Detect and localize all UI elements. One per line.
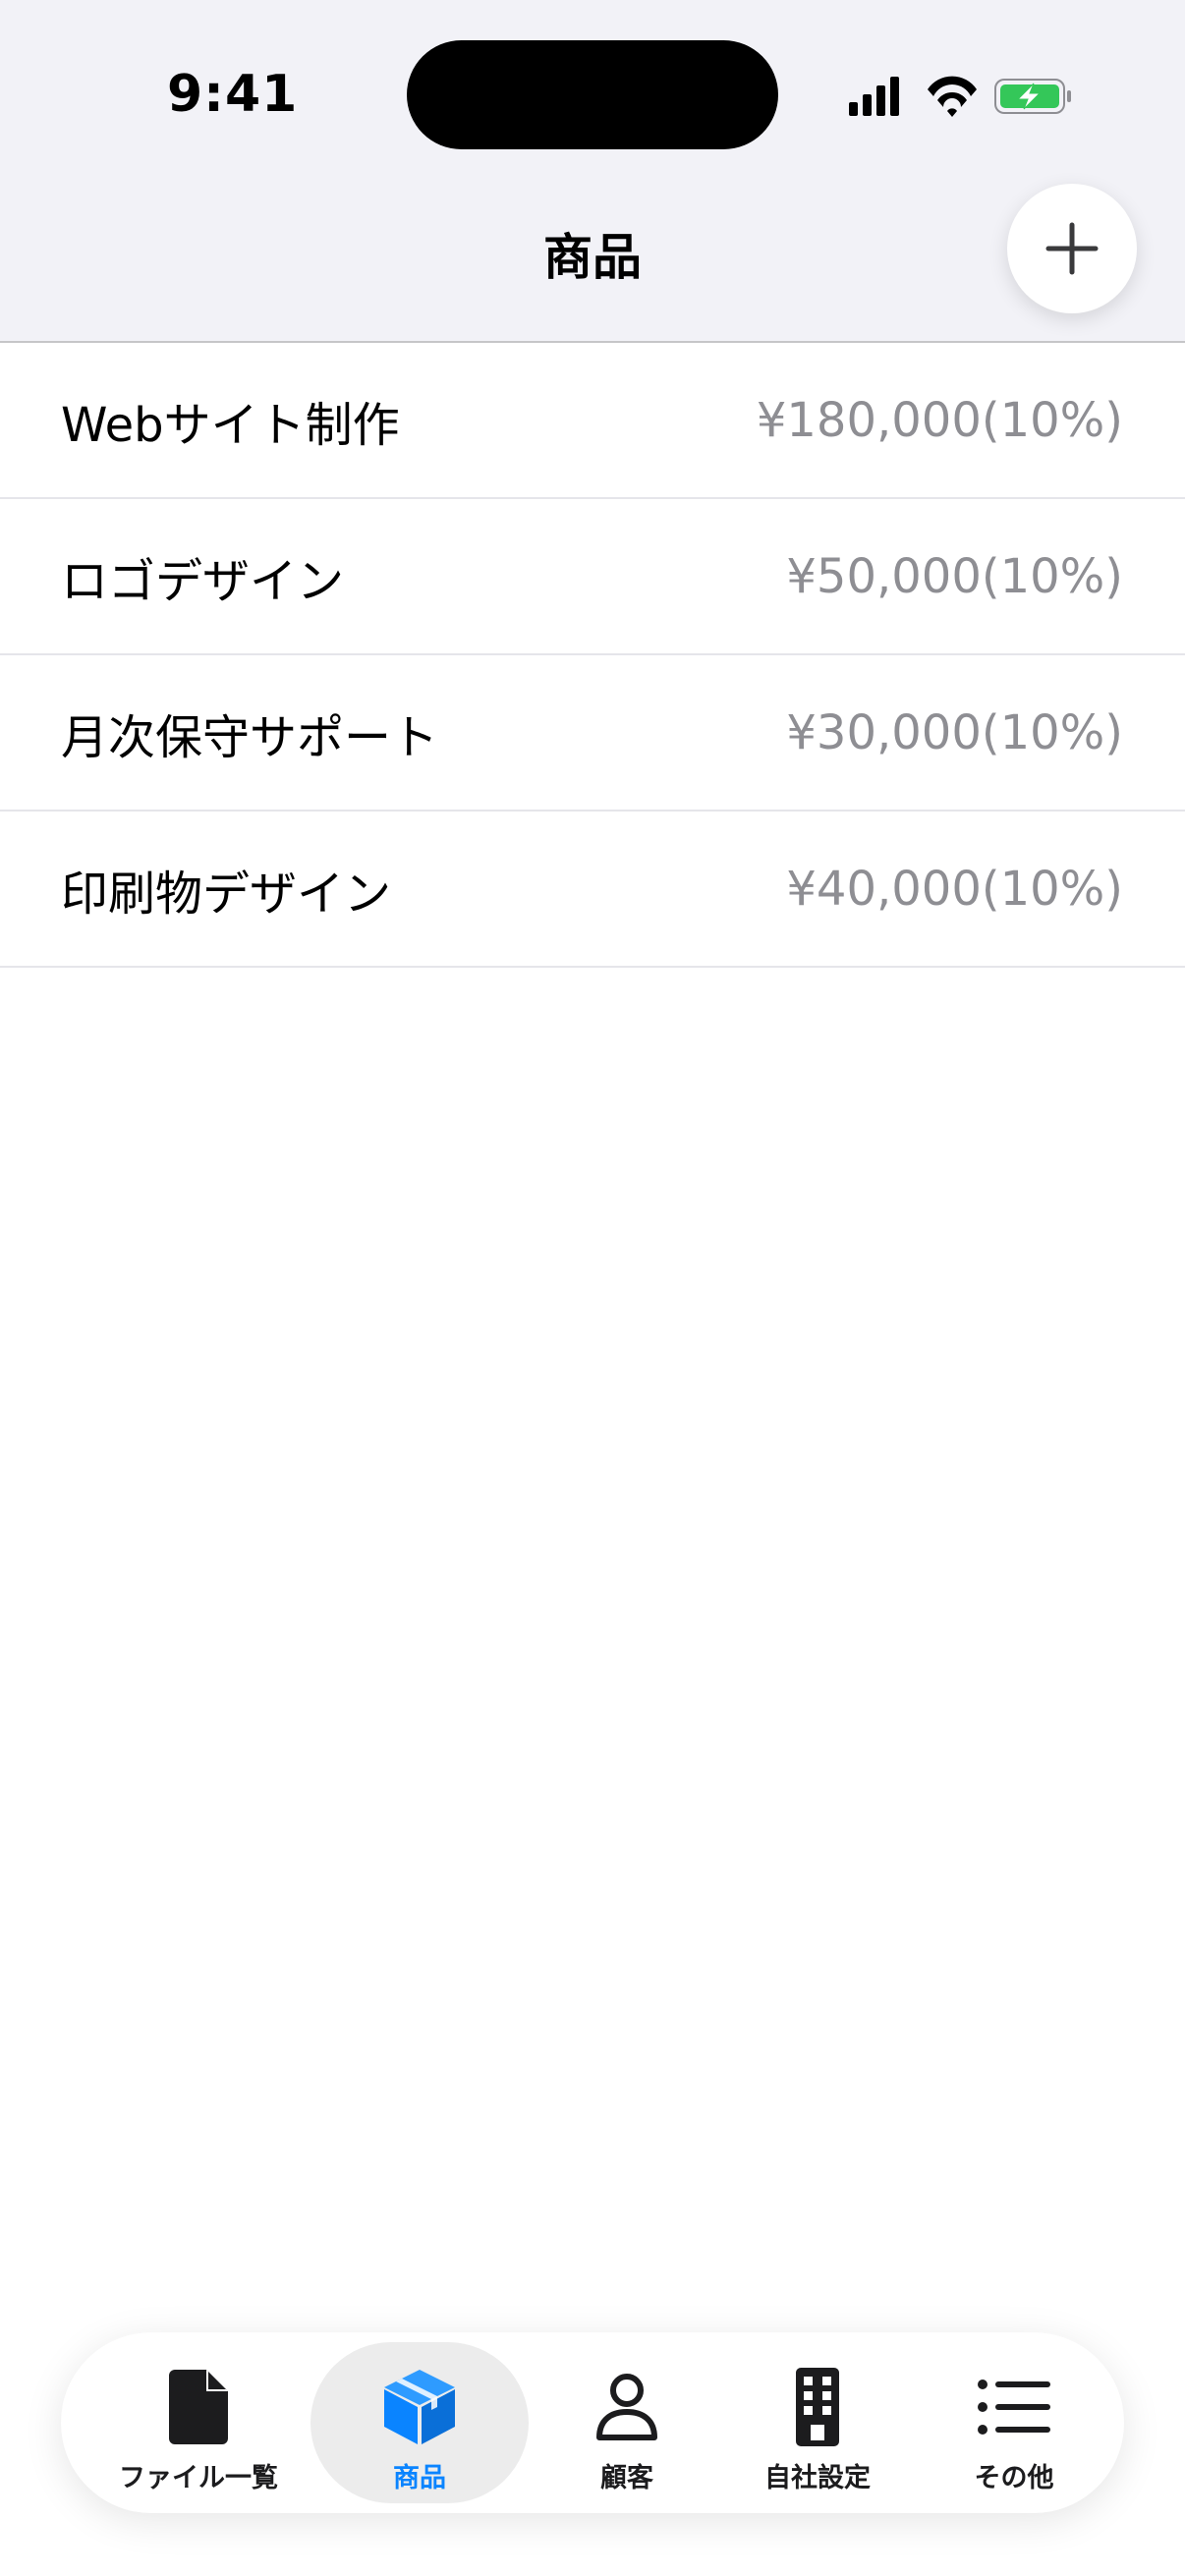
box-icon [384, 2370, 455, 2444]
tab-label: ファイル一覧 [119, 2463, 278, 2493]
tab-file-list[interactable]: ファイル一覧 [100, 2342, 297, 2503]
product-price: ¥50,000(10%) [786, 548, 1123, 604]
tab-other[interactable]: その他 [926, 2342, 1102, 2503]
product-price: ¥40,000(10%) [786, 861, 1123, 917]
document-icon [169, 2370, 228, 2444]
wifi-icon [928, 76, 977, 117]
cellular-signal-icon [849, 77, 899, 116]
status-time: 9:41 [167, 65, 299, 124]
building-icon [796, 2368, 839, 2446]
dynamic-island [407, 40, 778, 149]
tab-company-settings[interactable]: 自社設定 [719, 2342, 916, 2503]
tab-label: 顧客 [600, 2463, 653, 2493]
tab-label: その他 [974, 2463, 1054, 2493]
product-price: ¥30,000(10%) [786, 704, 1123, 760]
product-row[interactable]: ロゴデザイン ¥50,000(10%) [0, 499, 1185, 655]
product-list: Webサイト制作 ¥180,000(10%) ロゴデザイン ¥50,000(10… [0, 343, 1185, 968]
tab-label: 商品 [393, 2463, 446, 2493]
product-row[interactable]: 月次保守サポート ¥30,000(10%) [0, 655, 1185, 812]
product-name: Webサイト制作 [61, 397, 400, 453]
product-price: ¥180,000(10%) [756, 392, 1123, 448]
tab-products[interactable]: 商品 [310, 2342, 529, 2503]
product-name: 月次保守サポート [61, 709, 439, 765]
product-name: 印刷物デザイン [61, 866, 392, 922]
product-row[interactable]: Webサイト制作 ¥180,000(10%) [0, 343, 1185, 499]
list-icon [978, 2380, 1050, 2435]
product-row[interactable]: 印刷物デザイン ¥40,000(10%) [0, 812, 1185, 968]
nav-header: 9:41 商品 [0, 0, 1185, 343]
product-name: ロゴデザイン [61, 553, 345, 609]
tab-bar: ファイル一覧 商品 顧客 自社設定 その他 [61, 2332, 1124, 2513]
battery-charging-icon [994, 79, 1071, 114]
plus-icon [1045, 222, 1099, 275]
person-icon [596, 2374, 657, 2440]
tab-label: 自社設定 [764, 2463, 871, 2493]
add-product-button[interactable] [1007, 184, 1137, 313]
tab-customers[interactable]: 顧客 [542, 2342, 711, 2503]
status-icons [849, 76, 1071, 117]
